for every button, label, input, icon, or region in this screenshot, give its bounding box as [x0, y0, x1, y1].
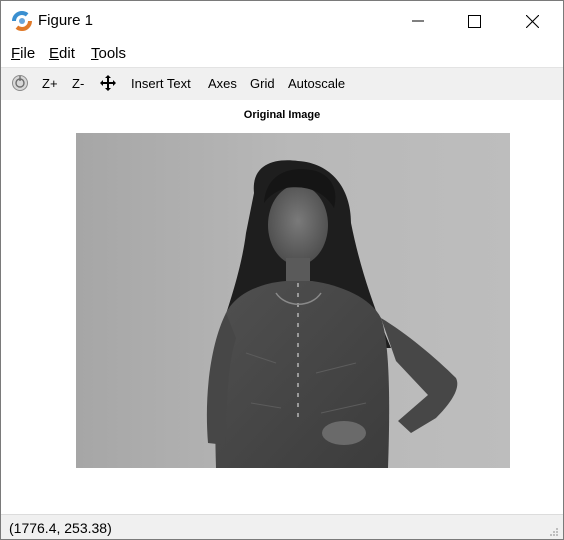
- maximize-icon: [467, 14, 481, 28]
- autoscale-button[interactable]: Autoscale: [288, 76, 345, 91]
- octave-logo-icon: [12, 11, 32, 31]
- menu-tools[interactable]: Tools: [91, 45, 126, 62]
- title-bar: Figure 1: [1, 1, 563, 41]
- zoom-in-button[interactable]: Z+: [42, 76, 58, 91]
- figure-window: Figure 1 File Edit Tools Z+ Z- Insert Te…: [0, 0, 564, 540]
- insert-text-button[interactable]: Insert Text: [131, 76, 191, 91]
- close-button[interactable]: [503, 1, 561, 41]
- figure-canvas[interactable]: Original Image: [1, 100, 563, 514]
- pan-move-icon[interactable]: [99, 74, 117, 92]
- menu-tools-label: ools: [98, 45, 127, 62]
- rotate-icon[interactable]: [11, 74, 29, 92]
- menu-edit-mnemonic: E: [49, 45, 60, 62]
- minimize-button[interactable]: [389, 1, 447, 41]
- status-bar: (1776.4, 253.38): [1, 514, 563, 539]
- window-title: Figure 1: [38, 12, 94, 29]
- resize-grip-icon[interactable]: [549, 527, 559, 537]
- grayscale-portrait-image[interactable]: [76, 133, 510, 468]
- close-icon: [525, 14, 539, 28]
- plot-title: Original Image: [243, 109, 321, 121]
- axes-button[interactable]: Axes: [208, 76, 237, 91]
- menu-edit-label: dit: [59, 45, 75, 62]
- zoom-out-button[interactable]: Z-: [72, 76, 84, 91]
- figure-toolbar: Z+ Z- Insert Text Axes Grid Autoscale: [1, 67, 563, 101]
- grid-button[interactable]: Grid: [250, 76, 275, 91]
- menu-file-mnemonic: F: [11, 45, 21, 62]
- cursor-coordinates: (1776.4, 253.38): [9, 520, 112, 536]
- menu-file[interactable]: File: [11, 45, 35, 62]
- menu-edit[interactable]: Edit: [49, 45, 75, 62]
- menu-file-label: ile: [20, 45, 36, 62]
- menu-tools-mnemonic: T: [91, 45, 99, 62]
- menu-bar: File Edit Tools: [1, 42, 563, 66]
- minimize-icon: [412, 20, 424, 22]
- maximize-button[interactable]: [445, 1, 503, 41]
